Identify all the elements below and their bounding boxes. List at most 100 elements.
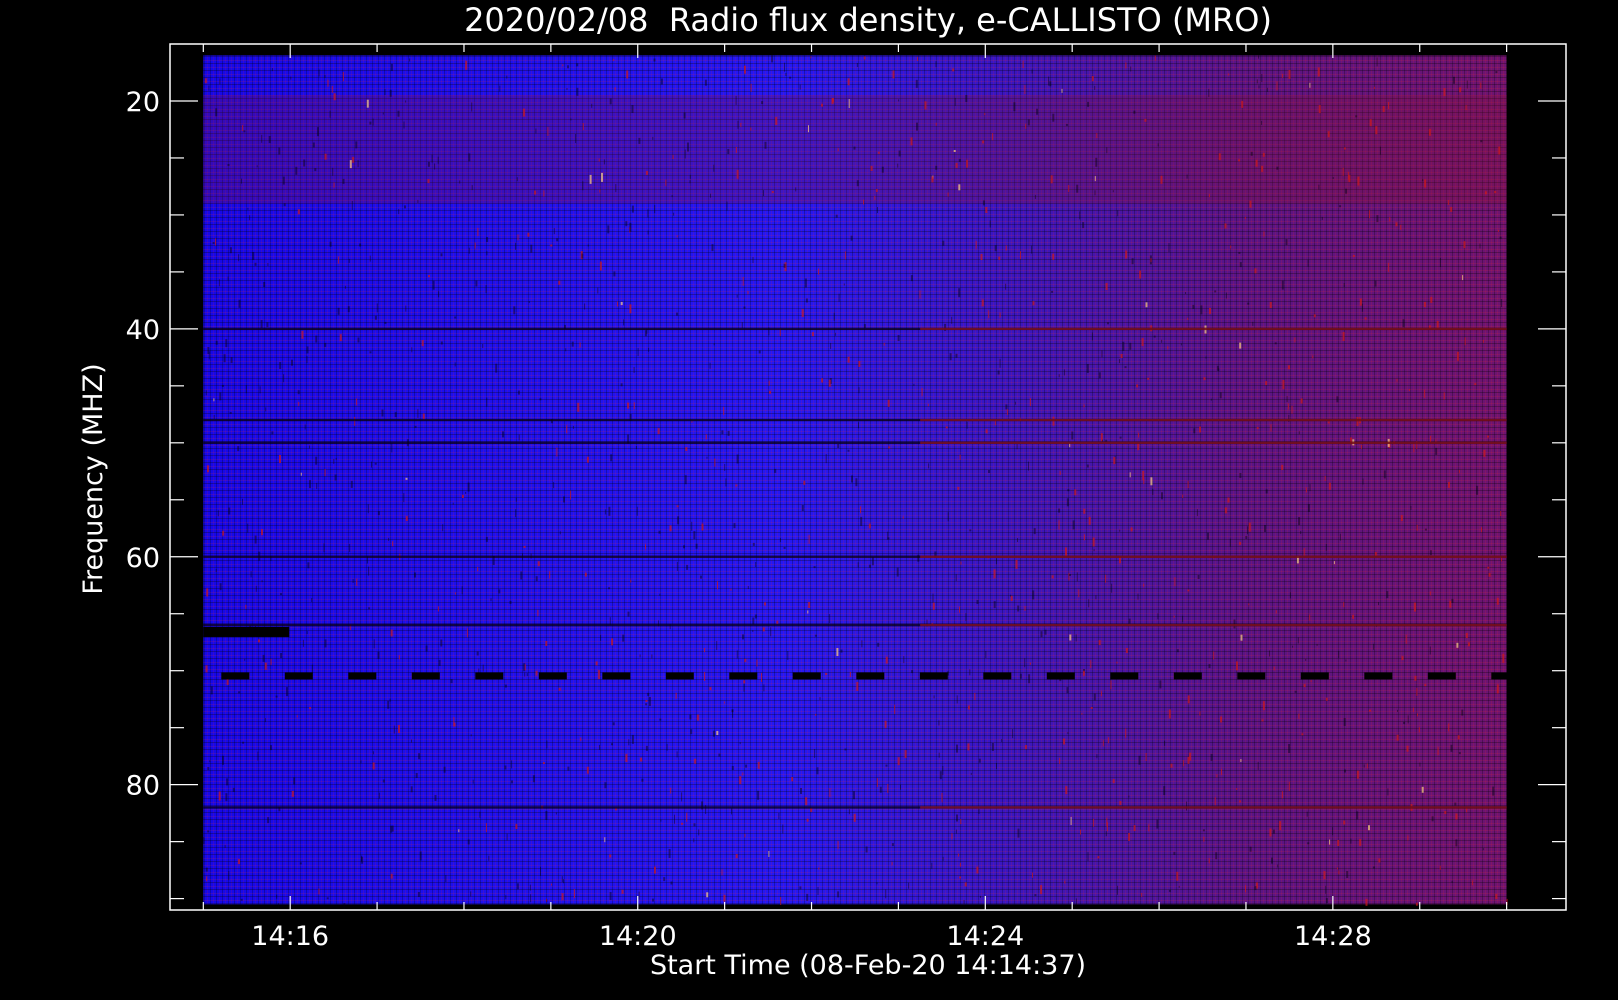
noise-speck bbox=[1424, 684, 1427, 687]
noise-speck bbox=[1075, 634, 1077, 642]
noise-speck bbox=[217, 510, 219, 517]
noise-speck bbox=[1163, 786, 1166, 796]
noise-speck bbox=[1332, 177, 1334, 179]
noise-speck bbox=[215, 340, 218, 345]
noise-speck bbox=[599, 189, 601, 193]
noise-speck bbox=[1365, 898, 1368, 906]
noise-speck bbox=[830, 342, 832, 349]
noise-speck bbox=[1030, 662, 1031, 665]
noise-speck bbox=[833, 312, 835, 321]
noise-speck bbox=[956, 695, 958, 704]
noise-speck bbox=[1298, 517, 1301, 526]
noise-speck bbox=[1262, 152, 1265, 157]
noise-speck bbox=[1108, 737, 1110, 744]
noise-speck bbox=[853, 146, 856, 150]
noise-speck bbox=[631, 105, 634, 113]
noise-speck bbox=[1044, 629, 1047, 635]
noise-speck bbox=[318, 888, 320, 895]
noise-speck bbox=[207, 465, 209, 473]
noise-speck bbox=[1227, 497, 1230, 503]
noise-speck bbox=[562, 64, 564, 67]
noise-speck bbox=[837, 841, 839, 850]
noise-speck bbox=[428, 275, 430, 278]
noise-speck bbox=[736, 454, 739, 464]
noise-speck bbox=[1424, 179, 1427, 188]
noise-speck bbox=[1164, 740, 1166, 746]
noise-speck bbox=[1401, 656, 1404, 661]
noise-speck bbox=[230, 357, 233, 364]
noise-speck bbox=[1187, 756, 1190, 764]
noise-speck bbox=[770, 627, 772, 637]
gap-segment bbox=[348, 672, 377, 680]
noise-speck bbox=[860, 506, 861, 514]
gap-segment bbox=[919, 672, 948, 680]
noise-speck bbox=[1119, 801, 1122, 805]
noise-speck bbox=[916, 122, 918, 131]
noise-speck bbox=[1079, 211, 1081, 220]
noise-speck bbox=[368, 607, 371, 610]
gap-segment bbox=[538, 672, 567, 680]
noise-speck bbox=[290, 76, 292, 80]
noise-speck bbox=[654, 205, 656, 214]
y-axis-label: Frequency (MHZ) bbox=[78, 363, 109, 594]
noise-speck bbox=[999, 312, 1001, 318]
noise-speck bbox=[1421, 786, 1424, 793]
noise-speck bbox=[567, 766, 570, 771]
noise-speck bbox=[1372, 866, 1375, 869]
gap-segment bbox=[1110, 672, 1139, 680]
noise-speck bbox=[1348, 171, 1350, 180]
noise-speck bbox=[595, 661, 598, 666]
noise-speck bbox=[597, 287, 599, 294]
noise-speck bbox=[280, 593, 282, 596]
noise-speck bbox=[1058, 374, 1060, 378]
noise-speck bbox=[584, 303, 586, 310]
noise-speck bbox=[1362, 478, 1364, 485]
noise-speck bbox=[613, 271, 616, 277]
noise-speck bbox=[470, 734, 472, 737]
noise-speck bbox=[743, 680, 746, 684]
noise-speck bbox=[676, 505, 679, 508]
noise-speck bbox=[378, 792, 380, 799]
noise-speck bbox=[543, 190, 545, 197]
noise-speck bbox=[1465, 105, 1467, 111]
y-tick-label: 60 bbox=[126, 543, 160, 574]
noise-speck bbox=[1369, 709, 1371, 712]
noise-speck bbox=[486, 251, 488, 256]
noise-speck bbox=[1086, 364, 1089, 373]
noise-speck bbox=[278, 147, 281, 155]
noise-speck bbox=[939, 771, 942, 780]
noise-speck bbox=[645, 703, 648, 706]
noise-speck bbox=[1024, 745, 1027, 750]
noise-speck bbox=[635, 446, 637, 449]
noise-speck bbox=[1168, 243, 1170, 253]
noise-speck bbox=[764, 602, 766, 606]
noise-speck bbox=[1028, 461, 1029, 471]
noise-speck bbox=[1495, 894, 1498, 899]
noise-speck bbox=[651, 654, 653, 659]
noise-speck bbox=[829, 788, 831, 798]
noise-speck bbox=[1031, 69, 1033, 74]
noise-speck bbox=[608, 506, 611, 516]
noise-speck bbox=[1336, 396, 1339, 403]
noise-speck bbox=[1258, 85, 1260, 89]
horizontal-band-red bbox=[920, 418, 1507, 422]
noise-speck bbox=[468, 247, 470, 254]
noise-speck bbox=[1078, 589, 1080, 598]
noise-speck bbox=[949, 353, 952, 361]
noise-speck bbox=[725, 478, 727, 487]
noise-speck bbox=[1157, 143, 1159, 147]
noise-speck bbox=[769, 390, 771, 394]
noise-speck bbox=[850, 235, 853, 241]
noise-speck bbox=[1202, 829, 1205, 832]
noise-speck bbox=[307, 562, 310, 569]
noise-speck bbox=[1327, 421, 1330, 424]
noise-speck bbox=[1416, 687, 1418, 696]
noise-speck bbox=[1239, 342, 1242, 349]
noise-speck bbox=[452, 502, 454, 505]
noise-speck bbox=[997, 370, 1000, 375]
noise-speck bbox=[778, 813, 780, 819]
noise-speck bbox=[891, 843, 894, 847]
noise-speck bbox=[1294, 690, 1297, 693]
noise-speck bbox=[857, 562, 859, 568]
noise-speck bbox=[312, 142, 315, 148]
